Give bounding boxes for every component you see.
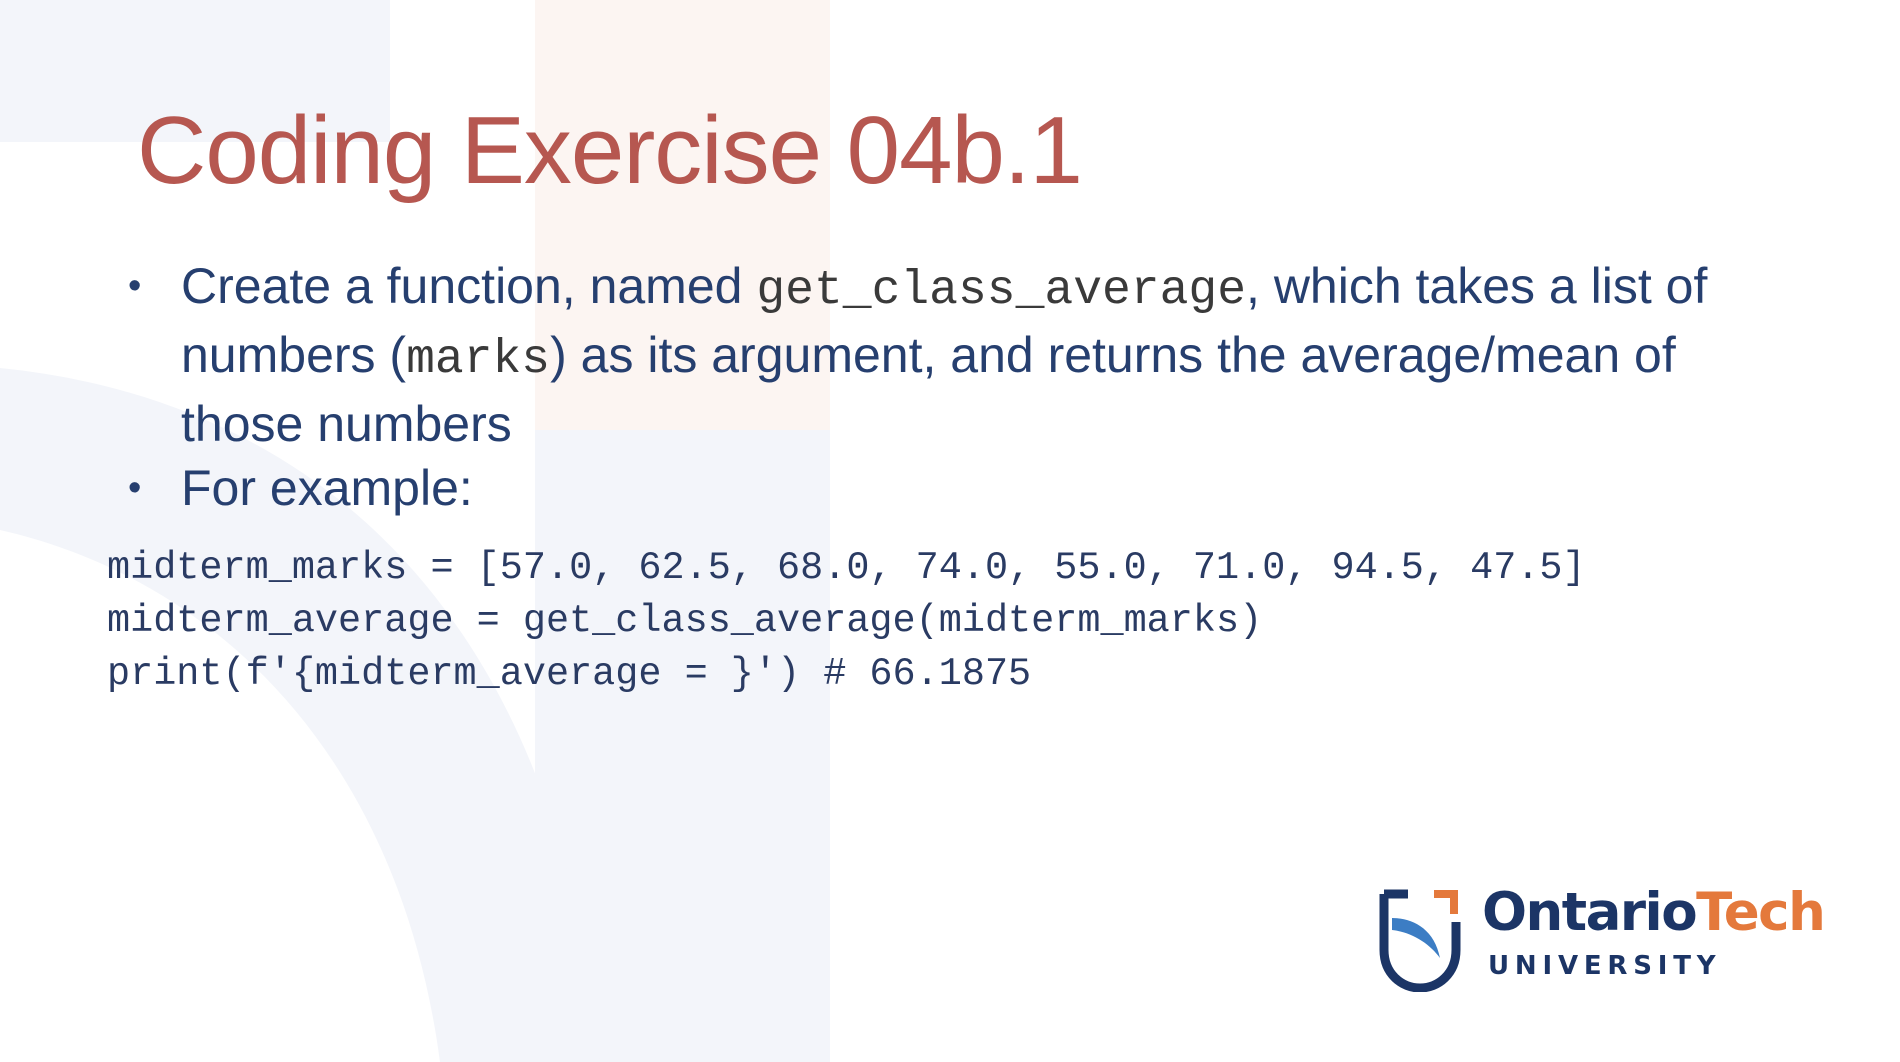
slide: Coding Exercise 04b.1 • Create a functio… <box>0 0 1900 1062</box>
code-line: midterm_average = get_class_average(midt… <box>107 599 1263 643</box>
slide-title: Coding Exercise 04b.1 <box>137 97 1083 204</box>
logo-subtitle: UNIVERSITY <box>1488 951 1722 981</box>
ontario-tech-logo: OntarioTech UNIVERSITY <box>1378 882 1838 1000</box>
logo-wordmark: OntarioTech <box>1482 881 1826 945</box>
inline-code-argument: marks <box>406 333 551 387</box>
code-line: print(f'{midterm_average = }') # 66.1875 <box>107 652 1032 696</box>
bullet-list: • Create a function, named get_class_ave… <box>128 254 1798 520</box>
code-example: midterm_marks = [57.0, 62.5, 68.0, 74.0,… <box>107 542 1586 701</box>
bullet-text: For example: <box>181 460 473 516</box>
bullet-text: Create a function, named <box>181 258 757 314</box>
bullet-item-example: • For example: <box>128 456 1798 520</box>
ontario-tech-shield-icon <box>1379 889 1461 992</box>
bullet-item-description: • Create a function, named get_class_ave… <box>128 254 1798 456</box>
bullet-marker: • <box>128 265 142 307</box>
code-line: midterm_marks = [57.0, 62.5, 68.0, 74.0,… <box>107 546 1586 590</box>
inline-code-function-name: get_class_average <box>756 264 1247 318</box>
bullet-marker: • <box>128 467 142 509</box>
logo-word-ontario: Ontario <box>1482 882 1698 943</box>
logo-word-tech: Tech <box>1696 882 1826 943</box>
